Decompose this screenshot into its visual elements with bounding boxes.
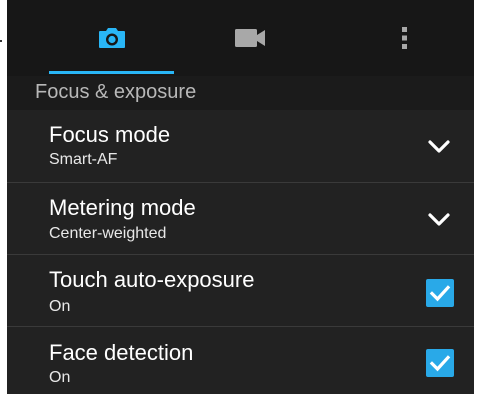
section-title: Focus & exposure [35,81,197,103]
edge-dot [0,40,2,42]
setting-row-face-detection[interactable]: Face detection On [7,327,474,394]
tab-camera[interactable] [49,0,174,76]
touch-auto-exposure-checkbox[interactable] [426,279,454,307]
tab-more[interactable] [342,0,467,76]
setting-title: Focus mode [49,122,171,147]
section-header: Focus & exposure [7,76,474,111]
setting-row-metering-mode[interactable]: Metering mode Center-weighted [7,183,474,255]
setting-value: On [49,298,71,315]
more-vert-icon [401,27,407,49]
camera-icon [98,28,125,48]
active-tab-indicator [49,71,174,74]
setting-title: Metering mode [49,195,196,220]
tab-video[interactable] [187,0,312,76]
face-detection-checkbox[interactable] [426,349,454,377]
setting-value: Smart-AF [49,151,118,168]
setting-value: On [49,369,71,386]
chevron-down-icon[interactable] [425,210,453,230]
setting-title: Touch auto-exposure [49,267,255,292]
camera-settings-panel: Focus & exposure Focus mode Smart-AF Met… [7,0,474,394]
setting-row-touch-auto-exposure[interactable]: Touch auto-exposure On [7,255,474,327]
setting-title: Face detection [49,340,194,365]
settings-tab-bar [7,0,474,76]
chevron-down-icon[interactable] [425,137,453,157]
setting-row-focus-mode[interactable]: Focus mode Smart-AF [7,110,474,183]
checkmark-icon [429,355,451,372]
setting-value: Center-weighted [49,225,167,242]
checkmark-icon [429,285,451,302]
video-camera-icon [234,29,265,47]
